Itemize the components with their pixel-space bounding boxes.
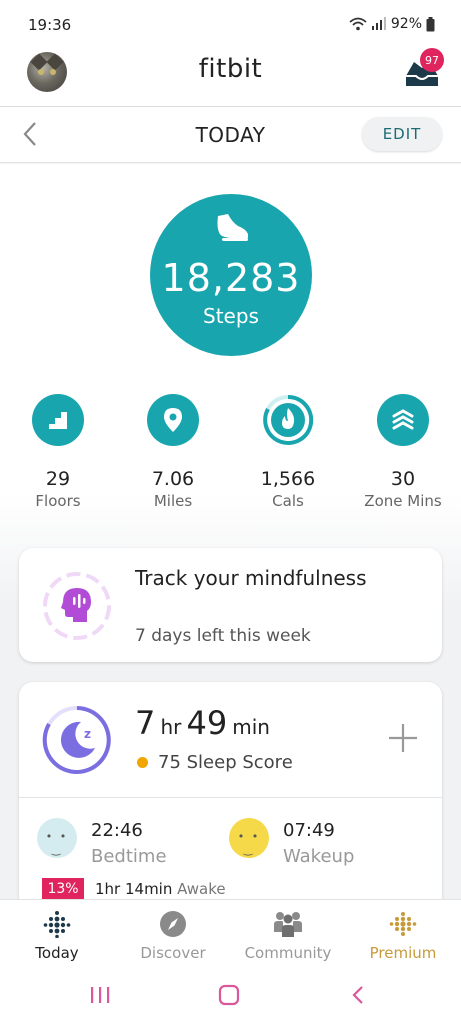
- community-icon: [273, 910, 303, 938]
- app-header: fitbit 97: [0, 48, 461, 106]
- date-bar: TODAY EDIT: [0, 107, 461, 163]
- zone-chevrons-icon: [377, 394, 429, 446]
- sleep-score-text: 75 Sleep Score: [158, 752, 293, 773]
- inbox-badge: 97: [420, 48, 444, 72]
- today-dots-icon: [42, 910, 72, 938]
- miles-label: Miles: [153, 492, 193, 510]
- back-icon[interactable]: [349, 984, 367, 1006]
- awake-label: Awake: [177, 880, 226, 898]
- app-title: fitbit: [198, 54, 263, 84]
- cals-label: Cals: [272, 492, 304, 510]
- steps-label: Steps: [203, 304, 259, 328]
- status-time: 19:36: [28, 16, 72, 34]
- location-pin-icon: [147, 394, 199, 446]
- tab-premium-label: Premium: [369, 944, 437, 962]
- cals-tile[interactable]: 1,566 Cals: [243, 394, 333, 510]
- floors-tile[interactable]: 29 Floors: [13, 394, 103, 510]
- bottom-nav: Today Discover Community Premium: [0, 899, 461, 967]
- bedtime-moon-icon: • • ‿: [37, 818, 77, 858]
- steps-value: 18,283: [161, 256, 301, 300]
- home-icon[interactable]: [217, 984, 241, 1006]
- sleep-minutes: 49: [186, 704, 228, 742]
- battery-percent: 92%: [390, 16, 422, 32]
- zone-mins-label: Zone Mins: [364, 492, 442, 510]
- compass-icon: [158, 910, 188, 938]
- mindfulness-head-icon: [43, 572, 111, 640]
- signal-icon: [371, 17, 386, 30]
- sleep-minutes-unit: min: [232, 715, 270, 739]
- bedtime-label: Bedtime: [91, 846, 167, 867]
- sleep-divider: [19, 797, 442, 798]
- score-dot: [137, 757, 148, 768]
- tab-premium[interactable]: Premium: [348, 910, 458, 962]
- status-icons: 92%: [349, 16, 435, 32]
- sleep-moon-icon: z: [42, 706, 111, 774]
- awake-duration: 1hr 14min: [95, 880, 173, 898]
- sleep-hours-unit: hr: [160, 715, 182, 739]
- tab-today[interactable]: Today: [2, 910, 112, 962]
- dashboard: 18,283 Steps 29 Floors 7.06 Miles 1,566 …: [0, 164, 461, 922]
- sleep-score: 75 Sleep Score: [137, 752, 293, 773]
- floors-value: 29: [45, 468, 71, 490]
- awake-percent-badge: 13%: [42, 878, 84, 900]
- miles-value: 7.06: [151, 468, 195, 490]
- wakeup-label: Wakeup: [283, 846, 355, 867]
- sleep-hours: 7: [135, 704, 156, 742]
- edit-button[interactable]: EDIT: [362, 117, 442, 151]
- tab-discover[interactable]: Discover: [118, 910, 228, 962]
- battery-icon: [426, 16, 435, 31]
- flame-icon: [262, 394, 314, 446]
- cals-value: 1,566: [260, 468, 316, 490]
- wakeup-sun-icon: • • ‿: [229, 818, 269, 858]
- sleep-card[interactable]: z 7 hr 49 min 75 Sleep Score • • ‿ 22:46 …: [19, 682, 442, 922]
- floors-label: Floors: [35, 492, 81, 510]
- wakeup-value: 07:49: [283, 820, 335, 841]
- stairs-icon: [32, 394, 84, 446]
- bedtime-value: 22:46: [91, 820, 143, 841]
- awake-text: 1hr 14min Awake: [95, 880, 226, 898]
- svg-text:z: z: [84, 727, 91, 741]
- zone-mins-value: 30: [390, 468, 416, 490]
- tab-today-label: Today: [35, 944, 79, 962]
- zone-mins-tile[interactable]: 30 Zone Mins: [358, 394, 448, 510]
- tab-community-label: Community: [244, 944, 332, 962]
- status-bar: 19:36 92%: [0, 0, 461, 50]
- steps-tile[interactable]: 18,283 Steps: [150, 194, 312, 356]
- mindfulness-subtitle: 7 days left this week: [135, 626, 311, 646]
- shoe-icon: [217, 214, 248, 241]
- miles-tile[interactable]: 7.06 Miles: [128, 394, 218, 510]
- tab-community[interactable]: Community: [233, 910, 343, 962]
- tab-discover-label: Discover: [140, 944, 206, 962]
- recent-apps-icon[interactable]: [89, 985, 111, 1005]
- system-nav-bar: [0, 967, 461, 1024]
- mindfulness-card[interactable]: Track your mindfulness 7 days left this …: [19, 548, 442, 662]
- wifi-icon: [349, 17, 367, 31]
- sleep-duration: 7 hr 49 min: [135, 704, 270, 742]
- add-sleep-icon[interactable]: [387, 722, 419, 754]
- mindfulness-title: Track your mindfulness: [135, 566, 367, 590]
- premium-dots-icon: [388, 910, 418, 938]
